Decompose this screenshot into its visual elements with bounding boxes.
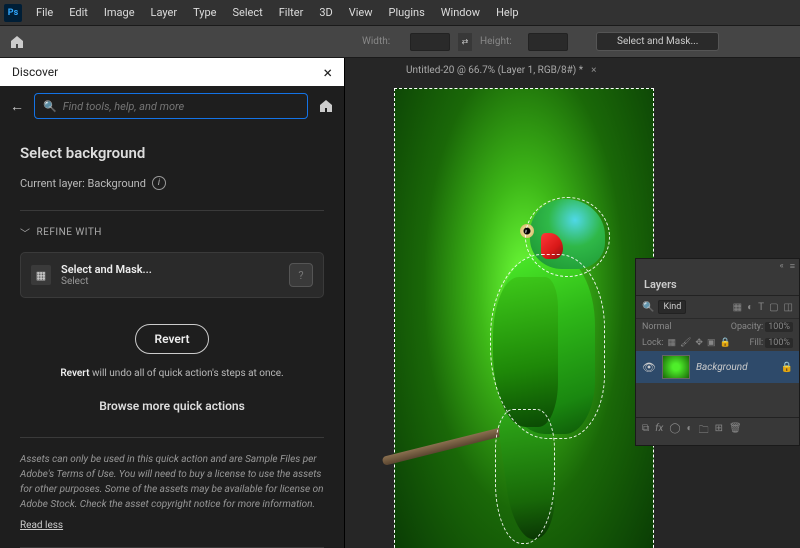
info-icon[interactable]: i	[152, 176, 166, 190]
current-layer-text: Current layer: Background	[20, 177, 146, 190]
panel-menu-icon[interactable]: ≡	[790, 261, 795, 272]
menu-image[interactable]: Image	[96, 6, 143, 19]
filter-shape-icon[interactable]: ▢	[769, 302, 778, 313]
home-icon[interactable]	[8, 33, 26, 51]
menu-edit[interactable]: Edit	[61, 6, 96, 19]
search-icon: 🔍	[43, 100, 57, 113]
search-box[interactable]: 🔍	[34, 93, 308, 119]
swap-dims-icon[interactable]: ⇄	[458, 33, 472, 51]
lock-paint-icon[interactable]: 🖌	[680, 338, 691, 348]
adjustment-layer-icon[interactable]: ◐	[687, 423, 693, 440]
link-layers-icon[interactable]: ⧉	[642, 423, 649, 440]
height-input[interactable]	[528, 33, 568, 51]
opacity-label: Opacity:	[731, 322, 763, 332]
lock-icon[interactable]: 🔒	[781, 362, 793, 373]
home-icon[interactable]	[318, 98, 334, 114]
filter-smart-icon[interactable]: ◫	[784, 302, 793, 313]
filter-type-icon[interactable]: T	[758, 302, 764, 313]
discover-header: Discover ×	[0, 58, 344, 86]
refine-label: REFINE WITH	[37, 227, 102, 238]
discover-title: Discover	[12, 65, 58, 79]
opacity-value[interactable]: 100%	[765, 322, 793, 332]
layers-panel: « ≡ Layers 🔍 Kind ▦ ◐ T ▢ ◫ Normal Opacit…	[635, 258, 800, 446]
height-label: Height:	[480, 36, 520, 47]
menu-filter[interactable]: Filter	[271, 6, 312, 19]
menu-bar: Ps File Edit Image Layer Type Select Fil…	[0, 0, 800, 26]
sm-sub: Select	[61, 276, 279, 287]
menu-file[interactable]: File	[28, 6, 61, 19]
sm-title: Select and Mask...	[61, 263, 279, 276]
layer-thumbnail[interactable]	[662, 355, 690, 379]
document-title: Untitled-20 @ 66.7% (Layer 1, RGB/8#) *	[406, 65, 583, 76]
menu-select[interactable]: Select	[224, 6, 270, 19]
layers-tab[interactable]: Layers	[636, 274, 799, 296]
panel-heading: Select background	[20, 144, 324, 162]
menu-layer[interactable]: Layer	[143, 6, 186, 19]
help-icon[interactable]: ?	[289, 263, 313, 287]
back-icon[interactable]: ←	[10, 98, 24, 115]
layer-mask-icon[interactable]: ◯	[669, 423, 680, 440]
layer-row[interactable]: 👁 Background 🔒	[636, 351, 799, 383]
fill-label: Fill:	[749, 338, 763, 348]
visibility-icon[interactable]: 👁	[642, 361, 656, 374]
revert-note: Revert will undo all of quick action's s…	[20, 368, 324, 379]
filter-search-icon[interactable]: 🔍	[642, 302, 654, 313]
browse-link[interactable]: Browse more quick actions	[20, 399, 324, 413]
menu-help[interactable]: Help	[488, 6, 527, 19]
lock-position-icon[interactable]: ✥	[695, 338, 703, 348]
layer-name[interactable]: Background	[696, 362, 748, 373]
menu-window[interactable]: Window	[433, 6, 488, 19]
panel-collapse-icon[interactable]: «	[780, 261, 784, 272]
read-less-link[interactable]: Read less	[20, 520, 63, 531]
fill-value[interactable]: 100%	[765, 338, 793, 348]
blend-mode-select[interactable]: Normal	[642, 322, 727, 332]
selection-marquee	[495, 409, 555, 544]
width-input[interactable]	[410, 33, 450, 51]
filter-pixel-icon[interactable]: ▦	[733, 302, 742, 313]
width-label: Width:	[362, 36, 402, 47]
revert-button[interactable]: Revert	[135, 324, 208, 354]
document-tab[interactable]: Untitled-20 @ 66.7% (Layer 1, RGB/8#) * …	[394, 58, 608, 82]
select-and-mask-item[interactable]: ▦ Select and Mask... Select ?	[20, 252, 324, 298]
close-icon[interactable]: ×	[323, 63, 332, 82]
chevron-down-icon[interactable]: ﹀	[20, 225, 31, 240]
options-bar: Width: ⇄ Height: Select and Mask...	[0, 26, 800, 58]
assets-note: Assets can only be used in this quick ac…	[20, 437, 324, 512]
menu-3d[interactable]: 3D	[311, 6, 340, 19]
layer-style-icon[interactable]: fx	[655, 423, 663, 440]
mask-icon: ▦	[31, 265, 51, 285]
group-icon[interactable]: 🗀	[699, 423, 709, 440]
lock-transparent-icon[interactable]: ▦	[667, 338, 676, 348]
canvas[interactable]	[394, 88, 654, 548]
lock-all-icon[interactable]: 🔒	[719, 338, 730, 348]
menu-type[interactable]: Type	[185, 6, 224, 19]
lock-label: Lock:	[642, 338, 663, 348]
app-logo: Ps	[4, 4, 22, 22]
lock-artboard-icon[interactable]: ▣	[707, 338, 716, 348]
filter-kind-select[interactable]: Kind	[658, 300, 686, 314]
delete-layer-icon[interactable]: 🗑	[729, 423, 742, 440]
select-and-mask-button[interactable]: Select and Mask...	[596, 32, 719, 51]
close-tab-icon[interactable]: ×	[591, 65, 596, 76]
search-input[interactable]	[63, 100, 299, 113]
menu-view[interactable]: View	[341, 6, 381, 19]
filter-adjust-icon[interactable]: ◐	[747, 302, 753, 313]
menu-plugins[interactable]: Plugins	[381, 6, 433, 19]
discover-panel: Discover × ← 🔍 Select background Current…	[0, 58, 345, 548]
new-layer-icon[interactable]: ⊞	[715, 423, 723, 440]
